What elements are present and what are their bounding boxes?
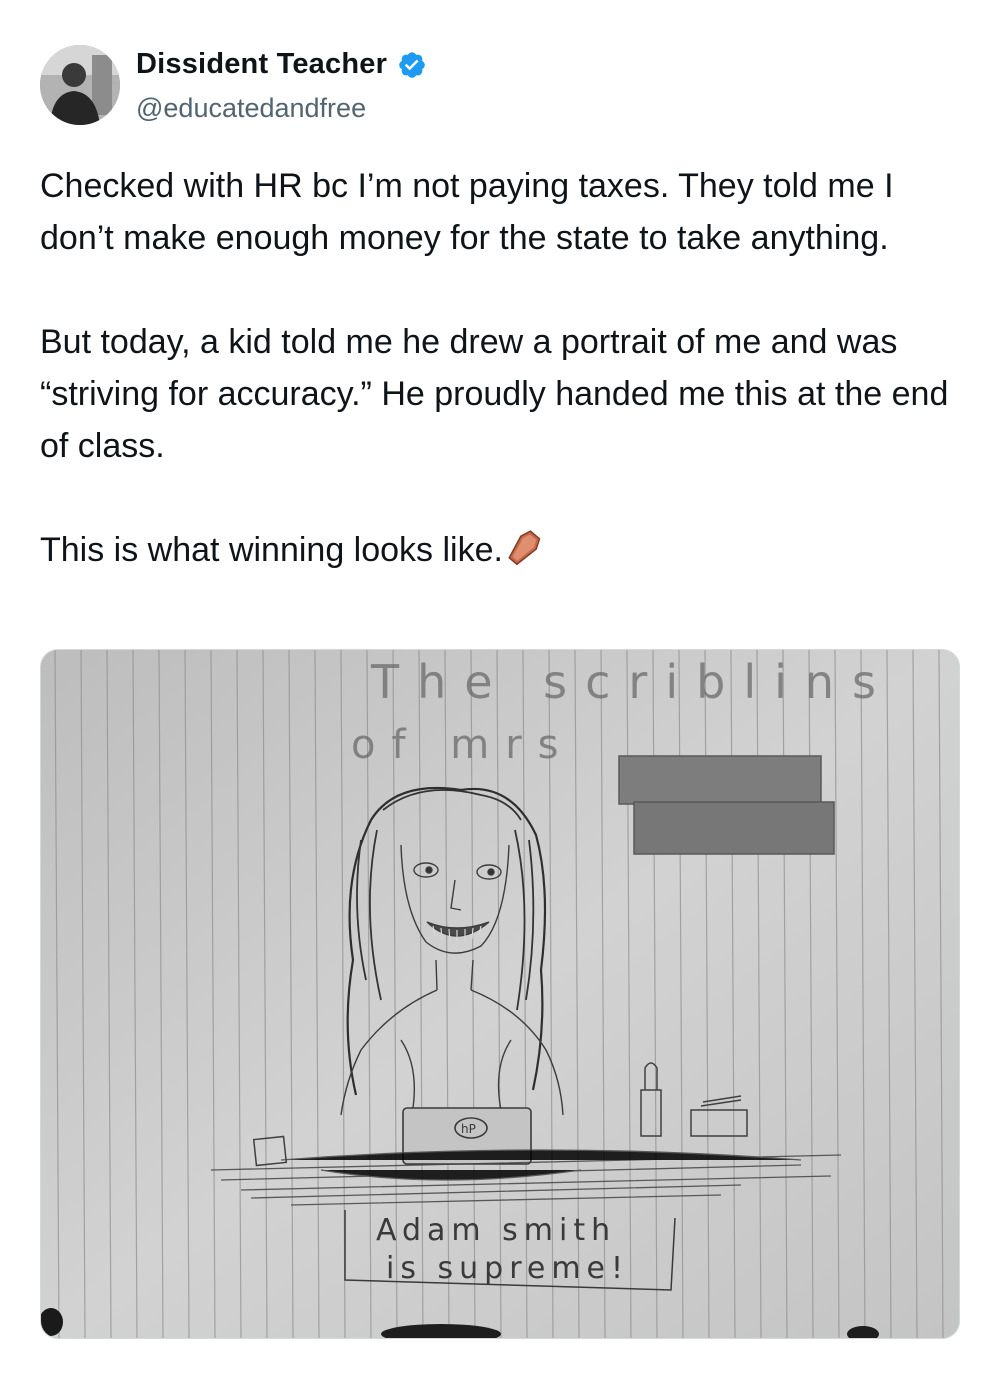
verified-badge-icon bbox=[397, 50, 427, 80]
child-drawing-image: The scriblins of mrs hP Adam smith is su… bbox=[41, 650, 959, 1338]
tweet-text: Checked with HR bc I’m not paying taxes.… bbox=[40, 160, 960, 576]
tweet-paragraph-1: Checked with HR bc I’m not paying taxes.… bbox=[40, 167, 894, 257]
coffin-emoji-icon bbox=[505, 529, 543, 567]
tweet-paragraph-2: But today, a kid told me he drew a portr… bbox=[40, 323, 949, 465]
drawing-title-line1: The scriblins bbox=[370, 655, 894, 709]
drawing-title-line2: of mrs bbox=[351, 722, 575, 768]
sign-line2: is supreme! bbox=[386, 1251, 629, 1286]
tweet-paragraph-3-text: This is what winning looks like. bbox=[40, 531, 503, 569]
sign-line1: Adam smith bbox=[376, 1213, 616, 1248]
tweet-photo[interactable]: The scriblins of mrs hP Adam smith is su… bbox=[40, 649, 960, 1339]
avatar[interactable] bbox=[40, 45, 120, 125]
avatar-photo bbox=[40, 45, 120, 125]
laptop-logo-text: hP bbox=[461, 1122, 476, 1136]
author-display-name[interactable]: Dissident Teacher bbox=[136, 48, 387, 81]
redaction-block-1 bbox=[618, 755, 822, 805]
redaction-block-2 bbox=[633, 801, 835, 855]
tweet-card: Dissident Teacher @educatedandfree Check… bbox=[0, 0, 1000, 1380]
author-handle[interactable]: @educatedandfree bbox=[136, 93, 366, 124]
tweet-paragraph-3: This is what winning looks like. bbox=[40, 524, 960, 576]
author-name-row: Dissident Teacher bbox=[136, 48, 427, 81]
